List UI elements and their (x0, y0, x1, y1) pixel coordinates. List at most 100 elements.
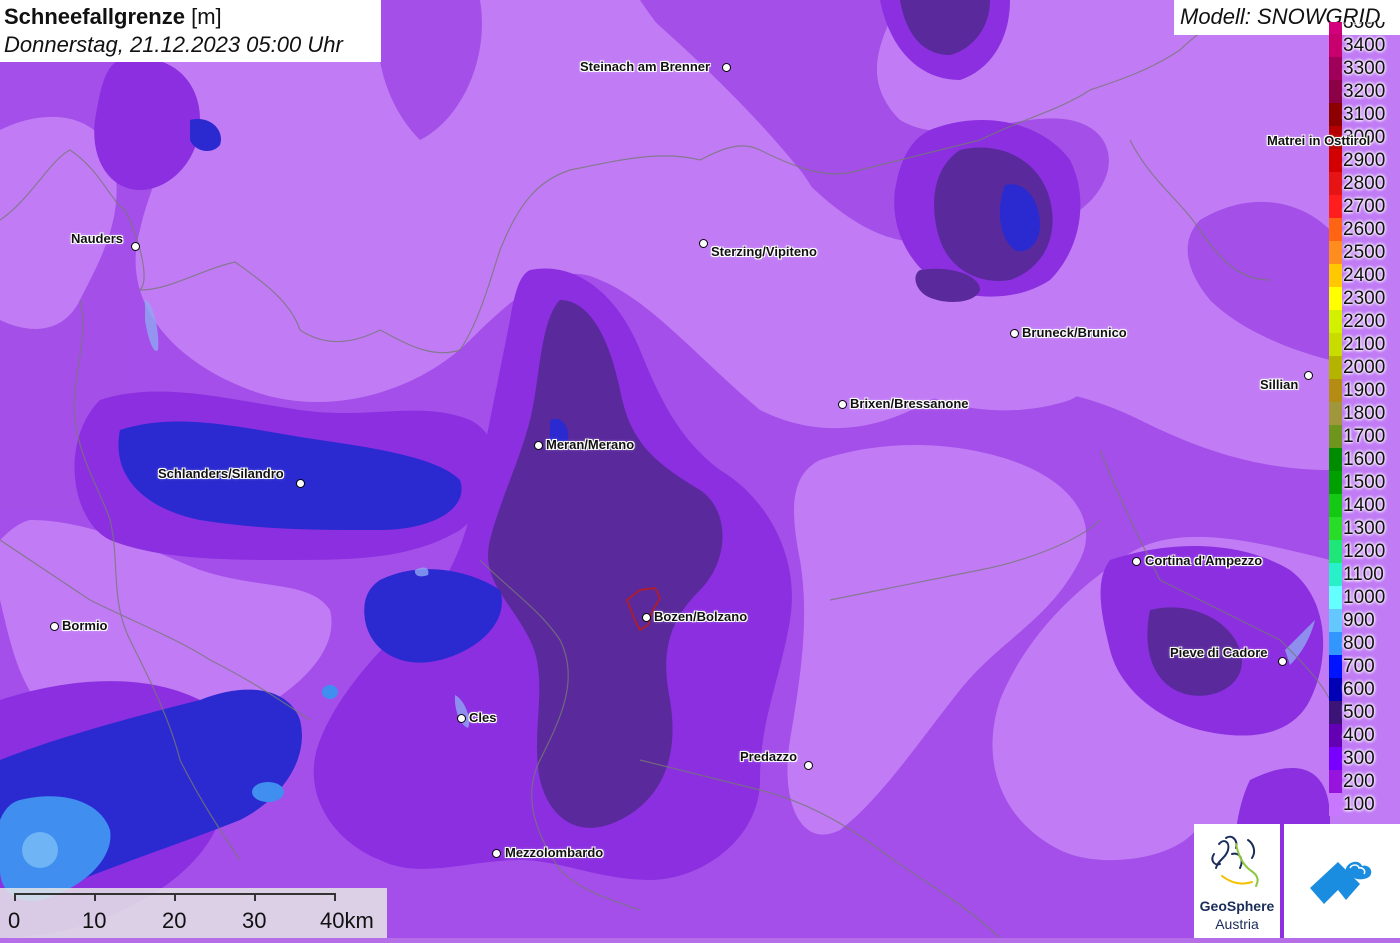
legend-row-500: 500 (1329, 701, 1400, 724)
legend-row-2700: 2700 (1329, 195, 1400, 218)
scale-label-0: 0 (8, 908, 21, 933)
legend-label: 1200 (1343, 541, 1386, 562)
legend-label: 700 (1343, 656, 1375, 677)
legend-row-2000: 2000 (1329, 356, 1400, 379)
city-label[interactable]: Sillian (1260, 378, 1298, 392)
map-title-box: Schneefallgrenze [m] Donnerstag, 21.12.2… (0, 0, 381, 62)
legend-swatch (1329, 218, 1342, 241)
legend-swatch (1329, 425, 1342, 448)
legend-swatch (1329, 149, 1342, 172)
legend-swatch (1329, 540, 1342, 563)
city-label[interactable]: Pieve di Cadore (1170, 646, 1268, 660)
legend-swatch (1329, 770, 1342, 793)
city-label[interactable]: Sterzing/Vipiteno (711, 245, 817, 259)
legend-row-2500: 2500 (1329, 241, 1400, 264)
legend-swatch (1329, 333, 1342, 356)
legend-row-1300: 1300 (1329, 517, 1400, 540)
legend-row-1800: 1800 (1329, 402, 1400, 425)
legend-swatch (1329, 310, 1342, 333)
legend-label: 2100 (1343, 334, 1386, 355)
legend-label: 1600 (1343, 449, 1386, 470)
legend-label: 1800 (1343, 403, 1386, 424)
legend-row-1600: 1600 (1329, 448, 1400, 471)
city-label[interactable]: Mezzolombardo (505, 846, 603, 860)
legend-swatch (1329, 586, 1342, 609)
legend-row-2600: 2600 (1329, 218, 1400, 241)
partner-logo[interactable] (1284, 824, 1400, 938)
city-label[interactable]: Bozen/Bolzano (654, 610, 747, 624)
scale-bar: 0 10 20 30 40km (0, 888, 387, 938)
city-dot (699, 239, 708, 248)
legend-swatch (1329, 57, 1342, 80)
legend-label: 3200 (1343, 81, 1386, 102)
legend-swatch (1329, 287, 1342, 310)
legend-swatch (1329, 448, 1342, 471)
legend-label: 2400 (1343, 265, 1386, 286)
city-label[interactable]: Steinach am Brenner (580, 60, 710, 74)
legend-label: 2300 (1343, 288, 1386, 309)
scale-tick (174, 893, 176, 901)
legend-label: 1100 (1343, 564, 1384, 585)
legend-swatch (1329, 379, 1342, 402)
geosphere-emblem-icon (1211, 835, 1259, 887)
city-dot (50, 622, 59, 631)
city-label[interactable]: Predazzo (740, 750, 797, 764)
legend-row-2900: 2900 (1329, 149, 1400, 172)
legend-row-2200: 2200 (1329, 310, 1400, 333)
legend-label: 2800 (1343, 173, 1386, 194)
city-label[interactable]: Brixen/Bressanone (850, 397, 969, 411)
city-label[interactable]: Nauders (71, 232, 123, 246)
legend-swatch (1329, 172, 1342, 195)
city-dot (131, 242, 140, 251)
city-dot (1304, 371, 1313, 380)
legend-row-900: 900 (1329, 609, 1400, 632)
legend-row-1400: 1400 (1329, 494, 1400, 517)
legend-label: 400 (1343, 725, 1375, 746)
legend-swatch (1329, 22, 1342, 34)
city-label[interactable]: Meran/Merano (546, 438, 634, 452)
city-dot (1010, 329, 1019, 338)
map-datetime: Donnerstag, 21.12.2023 05:00 Uhr (4, 32, 343, 57)
legend-partial-top: 3500 (1329, 22, 1400, 34)
city-label[interactable]: Bruneck/Brunico (1022, 326, 1127, 340)
legend-row-700: 700 (1329, 655, 1400, 678)
legend-swatch (1329, 195, 1342, 218)
city-label[interactable]: Cortina d'Ampezzo (1145, 554, 1262, 568)
legend-swatch (1329, 793, 1342, 816)
legend-row-1000: 1000 (1329, 586, 1400, 609)
city-label[interactable]: Matrei in Osttirol (1267, 134, 1370, 148)
legend-label: 2500 (1343, 242, 1386, 263)
legend-swatch (1329, 724, 1342, 747)
legend-swatch (1329, 563, 1342, 586)
legend-label: 1900 (1343, 380, 1386, 401)
legend-label: 1700 (1343, 426, 1386, 447)
legend-label: 900 (1343, 610, 1375, 631)
legend-label: 1400 (1343, 495, 1386, 516)
city-label[interactable]: Bormio (62, 619, 108, 633)
legend-swatch (1329, 655, 1342, 678)
legend-row-200: 200 (1329, 770, 1400, 793)
legend-label: 800 (1343, 633, 1375, 654)
city-label[interactable]: Cles (469, 711, 496, 725)
legend-swatch (1329, 356, 1342, 379)
scale-label-40km: 40km (320, 908, 374, 933)
legend-row-3100: 3100 (1329, 103, 1400, 126)
scale-label-10: 10 (82, 908, 107, 933)
legend-row-1500: 1500 (1329, 471, 1400, 494)
city-dot (492, 849, 501, 858)
legend-row-2400: 2400 (1329, 264, 1400, 287)
city-dot (296, 479, 305, 488)
legend-label: 1500 (1343, 472, 1386, 493)
legend-swatch (1329, 264, 1342, 287)
geosphere-logo[interactable]: GeoSphere Austria (1194, 824, 1280, 938)
scale-tick (14, 893, 16, 901)
legend-swatch (1329, 402, 1342, 425)
arrow-cloud-logo-icon (1310, 861, 1372, 904)
legend-swatch (1329, 632, 1342, 655)
city-dot (722, 63, 731, 72)
legend-row-2300: 2300 (1329, 287, 1400, 310)
city-dot (1278, 657, 1287, 666)
city-label[interactable]: Schlanders/Silandro (158, 467, 284, 481)
legend-label: 2200 (1343, 311, 1386, 332)
legend-label: 2000 (1343, 357, 1386, 378)
